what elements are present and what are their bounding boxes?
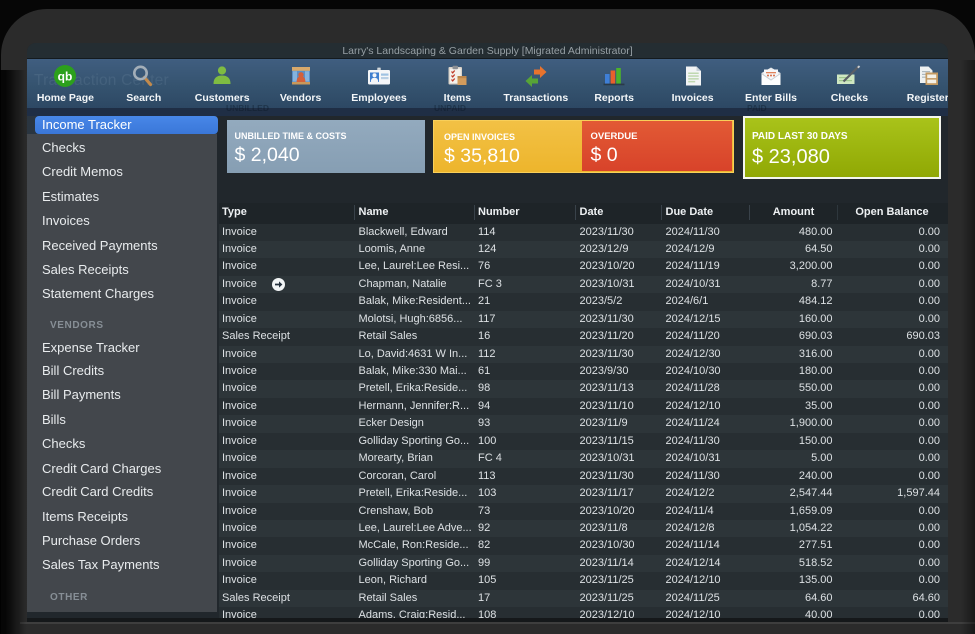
svg-text:qb: qb: [58, 70, 73, 84]
